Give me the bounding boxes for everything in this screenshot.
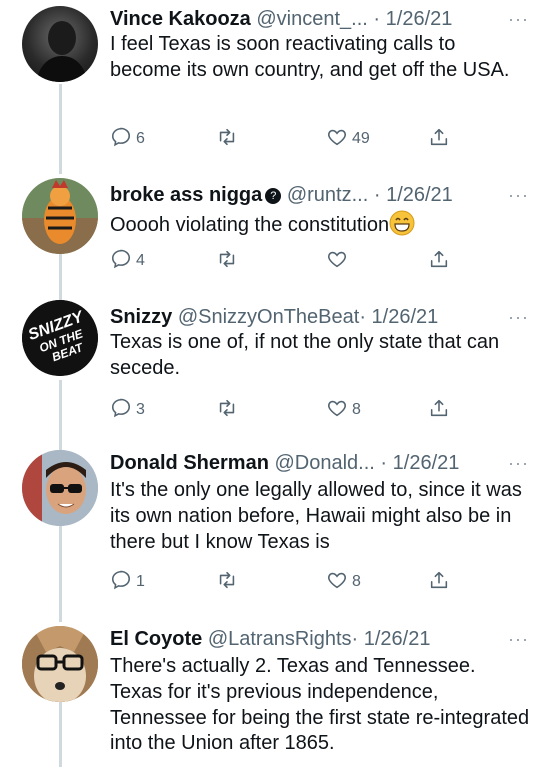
tweet-date[interactable]: 1/26/21 [393,452,460,474]
reply-button[interactable]: 1 [110,567,145,597]
author-handle[interactable]: @Donald... [274,452,374,474]
like-count: 8 [352,401,361,418]
tweet-date[interactable]: 1/26/21 [386,8,453,30]
avatar[interactable] [22,626,98,702]
share-icon [428,126,450,153]
more-options-icon[interactable]: ··· [508,302,529,332]
author-handle[interactable]: @runtz... [287,184,368,206]
avatar[interactable]: SNIZZY ON THE BEAT [22,300,98,376]
like-button[interactable]: 8 [326,567,361,597]
question-badge-icon: ? [265,188,282,204]
tweet-text: I feel Texas is soon reactivating calls … [110,33,510,81]
heart-icon [326,126,348,153]
thread-line [59,84,62,174]
tweet-text: Texas is one of, if not the only state t… [110,331,500,379]
thread-line [59,702,62,767]
retweet-button[interactable] [216,246,238,276]
reply-count: 6 [136,130,145,147]
like-count: 8 [352,573,361,590]
separator: · [351,628,359,650]
retweet-icon [216,397,238,424]
reply-icon [110,569,132,596]
separator: · [373,8,381,30]
separator: · [380,452,388,474]
avatar[interactable] [22,6,98,82]
thread-line [59,380,62,450]
retweet-button[interactable] [216,567,238,597]
retweet-icon [216,248,238,275]
share-button[interactable] [428,567,450,597]
reply-count: 4 [136,252,145,269]
tweet-text: There's actually 2. Texas and Tennessee.… [110,655,530,755]
tweet-date[interactable]: 1/26/21 [386,184,453,206]
author-handle[interactable]: @SnizzyOnTheBeat [178,306,360,328]
tweet-date[interactable]: 1/26/21 [372,306,439,328]
like-button[interactable] [326,246,348,276]
tweet-text: It's the only one legally allowed to, si… [110,479,522,553]
author-handle[interactable]: @LatransRights [208,628,352,650]
author-name[interactable]: broke ass nigga [110,184,262,206]
reply-count: 3 [136,401,145,418]
tweet-date[interactable]: 1/26/21 [364,628,431,650]
thread-line [59,522,62,622]
share-button[interactable] [428,246,450,276]
like-button[interactable]: 8 [326,395,361,425]
reply-button[interactable]: 4 [110,246,145,276]
more-options-icon[interactable]: ··· [508,4,529,34]
retweet-button[interactable] [216,124,238,154]
retweet-button[interactable] [216,395,238,425]
tweet-text: Ooooh violating the constitution [110,214,390,236]
like-count: 49 [352,130,370,147]
reply-button[interactable]: 3 [110,395,145,425]
retweet-icon [216,569,238,596]
reply-icon [110,397,132,424]
heart-icon [326,248,348,275]
share-button[interactable] [428,395,450,425]
tweet-text-container: Ooooh violating the constitution [110,210,530,239]
more-options-icon[interactable]: ··· [508,624,529,654]
share-icon [428,397,450,424]
heart-icon [326,397,348,424]
more-options-icon[interactable]: ··· [508,448,529,478]
author-name[interactable]: Donald Sherman [110,452,269,474]
avatar[interactable] [22,450,98,526]
heart-icon [326,569,348,596]
author-name[interactable]: El Coyote [110,628,202,650]
separator: · [373,184,381,206]
avatar[interactable] [22,178,98,254]
share-icon [428,569,450,596]
reply-count: 1 [136,573,145,590]
separator: · [359,306,366,328]
more-options-icon[interactable]: ··· [508,180,529,210]
reply-icon [110,126,132,153]
retweet-icon [216,126,238,153]
reply-icon [110,248,132,275]
author-name[interactable]: Snizzy [110,306,172,328]
author-name[interactable]: Vince Kakooza [110,8,251,30]
reply-button[interactable]: 6 [110,124,145,154]
author-handle[interactable]: @vincent_... [256,8,367,30]
grinning-face-emoji-icon [389,210,415,236]
like-button[interactable]: 49 [326,124,370,154]
share-icon [428,248,450,275]
share-button[interactable] [428,124,450,154]
